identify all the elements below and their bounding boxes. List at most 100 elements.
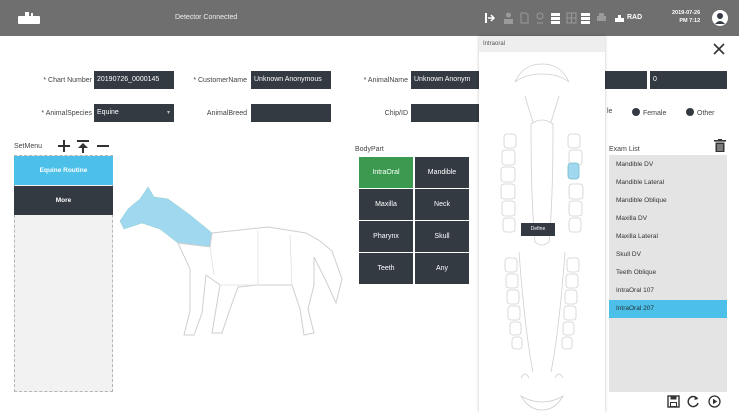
- chevron-down-icon: ▾: [166, 110, 170, 116]
- top-bar: Detector Connected RAD 2019-07-26 PM 7:1…: [0, 0, 739, 36]
- sex-female-radio[interactable]: Female: [632, 108, 666, 117]
- tooth: [568, 217, 582, 233]
- tooth: [563, 305, 577, 321]
- print-icon[interactable]: [596, 12, 607, 24]
- tooth: [503, 133, 517, 149]
- add-icon[interactable]: [57, 139, 71, 153]
- animal-breed-label: AnimalBreed: [206, 110, 247, 117]
- exam-item-intraoral-107[interactable]: IntraOral 107: [609, 282, 727, 300]
- chip-id-field[interactable]: [411, 104, 479, 122]
- bodypart-neck-button[interactable]: Neck: [415, 189, 469, 220]
- chart-number-field[interactable]: 20190726_0000145: [94, 71, 174, 89]
- search-person-icon[interactable]: [535, 12, 546, 24]
- tooth: [507, 305, 521, 321]
- exam-item-mandible-dv[interactable]: Mandible DV: [609, 156, 727, 174]
- setmenu-label: SetMenu: [14, 143, 43, 150]
- tooth: [565, 273, 579, 289]
- sex-other-radio[interactable]: Other: [686, 108, 715, 117]
- refresh-icon[interactable]: [687, 395, 700, 408]
- horse-head-neck-region: [119, 186, 213, 248]
- sex-radio-partial-label: le: [607, 108, 613, 115]
- animal-species-value: Equine: [97, 109, 119, 116]
- tooth: [505, 273, 519, 289]
- exam-item-skull-dv[interactable]: Skull DV: [609, 246, 727, 264]
- bodypart-any-button[interactable]: Any: [415, 253, 469, 284]
- tooth: [501, 200, 516, 217]
- animal-breed-field[interactable]: [251, 104, 331, 122]
- tooth: [561, 336, 573, 350]
- chip-id-label: Chip/ID: [384, 110, 408, 117]
- tooth: [568, 183, 584, 200]
- radio-dot-icon: [632, 108, 640, 116]
- tooth: [504, 257, 518, 273]
- bodypart-pharynx-button[interactable]: Pharynx: [359, 221, 413, 252]
- intraoral-panel: Intraoral Define: [479, 36, 605, 412]
- time-text: PM 7:12: [679, 18, 701, 24]
- stack-icon[interactable]: [550, 12, 561, 24]
- tooth: [564, 289, 578, 305]
- lower-canines: [520, 373, 564, 379]
- remove-icon[interactable]: [96, 139, 110, 153]
- animal-name-label: * AnimalName: [363, 77, 408, 84]
- datetime: 2019-07-26 PM 7:12: [672, 9, 700, 25]
- play-icon[interactable]: [708, 395, 721, 408]
- tooth: [506, 289, 520, 305]
- exam-item-mandible-oblique[interactable]: Mandible Oblique: [609, 192, 727, 210]
- tooth: [501, 149, 516, 166]
- tooth: [500, 183, 516, 200]
- trash-icon[interactable]: [714, 139, 726, 152]
- user-icon[interactable]: [712, 10, 728, 26]
- tooth: [509, 321, 522, 336]
- extra-field-left[interactable]: [605, 71, 647, 89]
- radio-dot-icon: [686, 108, 694, 116]
- customer-name-field[interactable]: Unknown Anonymous: [251, 71, 331, 89]
- tooth: [562, 321, 575, 336]
- bodypart-intraoral-button[interactable]: IntraOral: [359, 157, 413, 188]
- detector-status: Detector Connected: [175, 14, 238, 21]
- bodypart-maxilla-button[interactable]: Maxilla: [359, 189, 413, 220]
- bodypart-label: BodyPart: [355, 146, 384, 153]
- detector-logo-icon: [18, 12, 40, 24]
- document-icon[interactable]: [519, 12, 530, 24]
- exposure-icon[interactable]: [484, 12, 495, 24]
- chart-number-label: * Chart Number: [43, 77, 92, 84]
- exam-item-mandible-lateral[interactable]: Mandible Lateral: [609, 174, 727, 192]
- tooth-selected: [567, 162, 580, 180]
- animal-name-field[interactable]: Unknown Anonym: [411, 71, 479, 89]
- bodypart-mandible-button[interactable]: Mandible: [415, 157, 469, 188]
- person-icon[interactable]: [503, 12, 514, 24]
- setmenu-equine-routine-button[interactable]: Equine Routine: [14, 156, 113, 185]
- setmenu-more-button[interactable]: More: [14, 186, 113, 215]
- grid-icon[interactable]: [566, 12, 577, 24]
- horse-body-map[interactable]: [118, 185, 350, 343]
- mode-label: RAD: [627, 14, 643, 21]
- exam-item-maxilla-dv[interactable]: Maxilla DV: [609, 210, 727, 228]
- move-to-top-icon[interactable]: [76, 139, 90, 153]
- tooth: [500, 166, 516, 183]
- exam-item-intraoral-207[interactable]: IntraOral 207: [609, 300, 727, 318]
- animal-species-label: * AnimalSpecies: [41, 110, 92, 117]
- sex-other-label: Other: [697, 110, 715, 117]
- lower-jaw-outline: [518, 251, 566, 373]
- sex-female-label: Female: [643, 110, 667, 117]
- close-icon[interactable]: [712, 42, 726, 56]
- exam-item-teeth-oblique[interactable]: Teeth Oblique: [609, 264, 727, 282]
- bodypart-teeth-button[interactable]: Teeth: [359, 253, 413, 284]
- tooth: [502, 217, 516, 233]
- tooth: [566, 257, 580, 273]
- exam-list-label: Exam List: [609, 146, 640, 153]
- intraoral-title: Intraoral: [479, 36, 605, 52]
- extra-field-value[interactable]: 0: [650, 71, 727, 89]
- define-button[interactable]: Define: [521, 223, 555, 236]
- date-text: 2019-07-26: [672, 10, 701, 16]
- rad-icon: [615, 15, 624, 22]
- customer-name-label: * CustomerName: [193, 77, 247, 84]
- tooth: [568, 200, 583, 217]
- animal-species-select[interactable]: Equine ▾: [94, 104, 174, 122]
- bodypart-skull-button[interactable]: Skull: [415, 221, 469, 252]
- lower-incisors: [519, 394, 565, 411]
- save-icon[interactable]: [667, 395, 680, 408]
- stack2-icon[interactable]: [580, 12, 591, 24]
- exam-item-maxilla-lateral[interactable]: Maxilla Lateral: [609, 228, 727, 246]
- upper-incisors: [514, 63, 570, 83]
